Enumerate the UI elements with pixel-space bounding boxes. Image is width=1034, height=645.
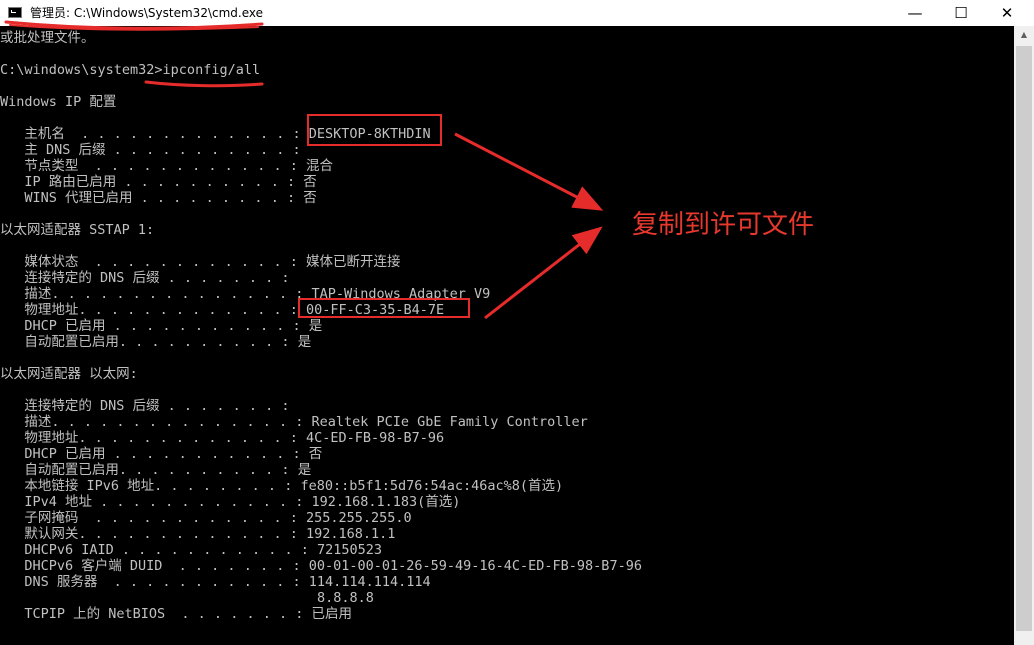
console-line: DHCPv6 客户端 DUID . . . . . . . : 00-01-00… (0, 558, 642, 574)
console-output[interactable]: 或批处理文件。 C:\windows\system32>ipconfig/all… (0, 26, 1014, 645)
console-line: 以太网适配器 以太网: (0, 366, 138, 382)
console-line: 或批处理文件。 (0, 30, 95, 46)
console-line: IP 路由已启用 . . . . . . . . . . : 否 (0, 174, 317, 190)
title-bar[interactable]: 管理员: C:\Windows\System32\cmd.exe — ☐ ✕ (0, 0, 1034, 26)
console-line: 自动配置已启用. . . . . . . . . . : 是 (0, 334, 312, 350)
scroll-thumb[interactable] (1016, 46, 1032, 631)
console-line: IPv4 地址 . . . . . . . . . . . . : 192.16… (0, 494, 461, 510)
console-line: DHCPv6 IAID . . . . . . . . . . . : 7215… (0, 542, 383, 558)
console-line: DNS 服务器 . . . . . . . . . . . : 114.114.… (0, 574, 431, 590)
console-line: WINS 代理已启用 . . . . . . . . . : 否 (0, 190, 317, 206)
console-line: TCPIP 上的 NetBIOS . . . . . . . : 已启用 (0, 606, 352, 622)
console-line: 8.8.8.8 (0, 590, 374, 606)
console-line: 自动配置已启用. . . . . . . . . . : 是 (0, 462, 312, 478)
window-title: 管理员: C:\Windows\System32\cmd.exe (30, 6, 263, 20)
close-button[interactable]: ✕ (984, 0, 1030, 26)
console-line: C:\windows\system32>ipconfig/all (0, 62, 261, 78)
console-line: 物理地址. . . . . . . . . . . . . : 4C-ED-FB… (0, 430, 445, 446)
mac-address-highlight-box (298, 298, 470, 318)
console-line: 默认网关. . . . . . . . . . . . . : 192.168.… (0, 526, 396, 542)
console-line: 描述. . . . . . . . . . . . . . . : Realte… (0, 414, 588, 430)
hostname-highlight-box (307, 114, 442, 146)
console-line: 媒体状态 . . . . . . . . . . . . : 媒体已断开连接 (0, 254, 401, 270)
console-line: Windows IP 配置 (0, 94, 117, 110)
console-line: 主 DNS 后缀 . . . . . . . . . . . : (0, 142, 301, 158)
console-line: 连接特定的 DNS 后缀 . . . . . . . : (0, 398, 290, 414)
minimize-button[interactable]: — (892, 0, 938, 26)
maximize-button[interactable]: ☐ (938, 0, 984, 26)
console-line: DHCP 已启用 . . . . . . . . . . . : 否 (0, 446, 323, 462)
console-line: DHCP 已启用 . . . . . . . . . . . : 是 (0, 318, 323, 334)
console-line: 以太网适配器 SSTAP 1: (0, 222, 155, 238)
scroll-up-arrow-icon[interactable]: ▲ (1014, 26, 1034, 43)
console-line: 子网掩码 . . . . . . . . . . . . : 255.255.2… (0, 510, 412, 526)
annotation-copy-to-license-text: 复制到许可文件 (632, 210, 815, 240)
console-line: 连接特定的 DNS 后缀 . . . . . . . : (0, 270, 290, 286)
console-line: 本地链接 IPv6 地址. . . . . . . . : fe80::b5f1… (0, 478, 564, 494)
cmd-app-icon[interactable] (8, 7, 22, 18)
console-line: 节点类型 . . . . . . . . . . . . : 混合 (0, 158, 333, 174)
vertical-scrollbar[interactable]: ▲ (1014, 26, 1034, 645)
